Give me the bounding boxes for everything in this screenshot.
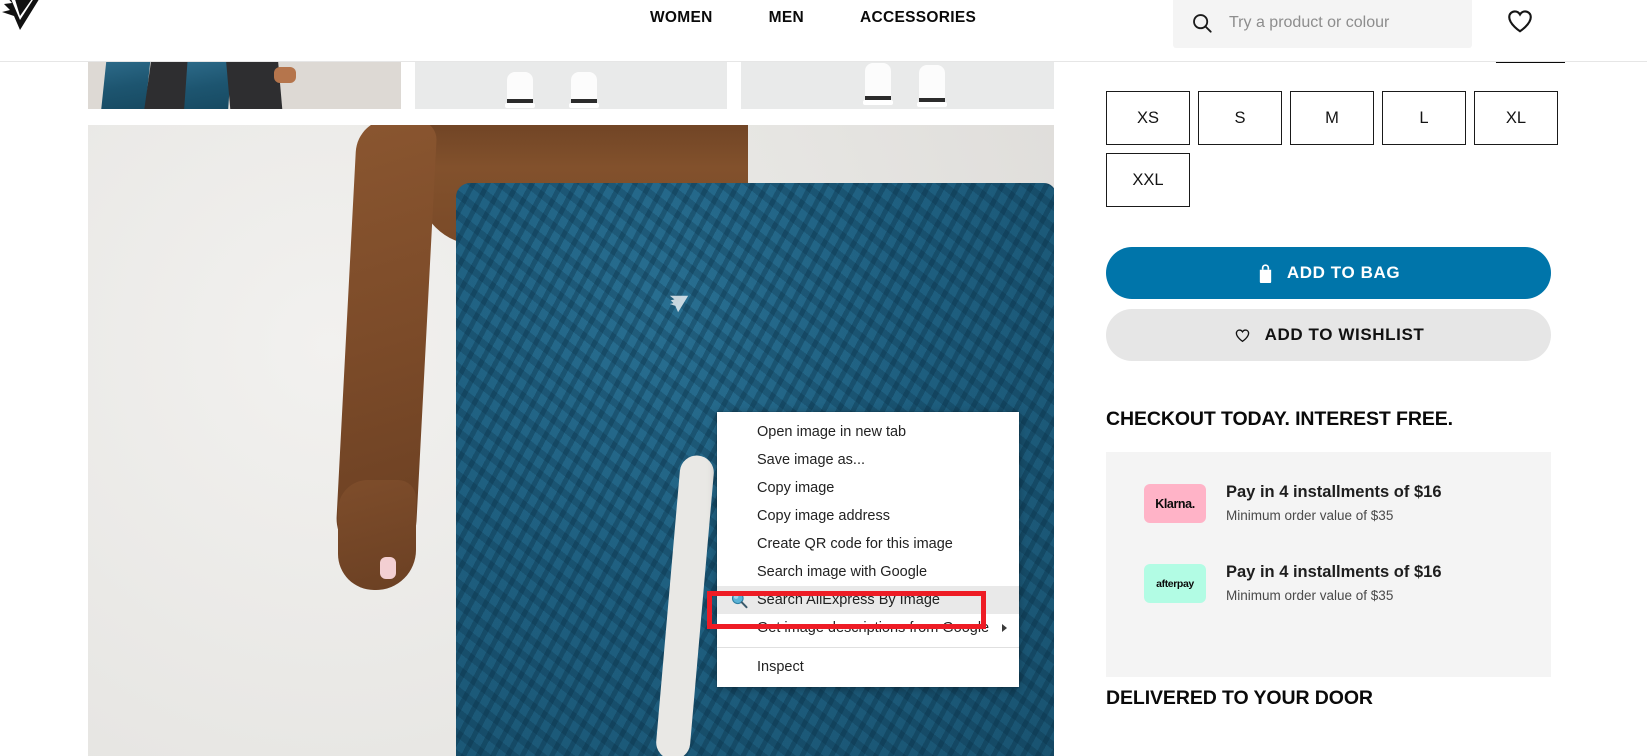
thumbnail-1[interactable] bbox=[88, 57, 401, 109]
ctx-label: Get image descriptions from Google bbox=[757, 620, 990, 636]
add-to-wishlist-label: ADD TO WISHLIST bbox=[1264, 325, 1425, 344]
heart-icon bbox=[1508, 10, 1532, 33]
ctx-label: Inspect bbox=[757, 659, 804, 675]
gymshark-logo-mark bbox=[669, 295, 689, 313]
ctx-copy-image[interactable]: Copy image bbox=[717, 474, 1019, 502]
page-root: WOMEN MEN ACCESSORIES Try a product or c… bbox=[0, 0, 1647, 756]
browser-context-menu: Open image in new tab Save image as... C… bbox=[717, 412, 1019, 687]
ctx-search-aliexpress-by-image[interactable]: Search AliExpress By Image bbox=[717, 586, 1019, 614]
afterpay-logo: afterpay bbox=[1144, 564, 1206, 603]
afterpay-subtitle: Minimum order value of $35 bbox=[1226, 588, 1394, 603]
thumbnail-strip bbox=[88, 57, 1055, 109]
size-option-m[interactable]: M bbox=[1290, 91, 1374, 145]
nav-women[interactable]: WOMEN bbox=[650, 9, 741, 27]
ctx-save-image-as[interactable]: Save image as... bbox=[717, 446, 1019, 474]
site-header: WOMEN MEN ACCESSORIES bbox=[0, 0, 1647, 62]
ctx-label: Create QR code for this image bbox=[757, 536, 953, 552]
size-option-xs[interactable]: XS bbox=[1106, 91, 1190, 145]
heart-icon bbox=[1235, 328, 1249, 342]
klarna-subtitle: Minimum order value of $35 bbox=[1226, 508, 1394, 523]
delivered-heading: DELIVERED TO YOUR DOOR bbox=[1106, 687, 1373, 709]
bag-icon bbox=[1259, 263, 1271, 283]
nav-accessories[interactable]: ACCESSORIES bbox=[832, 9, 1004, 27]
menu-divider bbox=[717, 647, 1019, 648]
search-bar[interactable] bbox=[1173, 0, 1472, 48]
chevron-right-icon bbox=[1002, 624, 1007, 632]
search-input[interactable] bbox=[1229, 14, 1459, 32]
klarna-title: Pay in 4 installments of $16 bbox=[1226, 483, 1442, 501]
ctx-inspect[interactable]: Inspect bbox=[717, 653, 1019, 681]
ctx-label: Copy image bbox=[757, 480, 835, 496]
search-icon bbox=[1193, 14, 1212, 33]
add-to-bag-button[interactable]: ADD TO BAG bbox=[1106, 247, 1551, 299]
nav-men[interactable]: MEN bbox=[741, 9, 832, 27]
klarna-logo: Klarna. bbox=[1144, 484, 1206, 523]
size-option-xl[interactable]: XL bbox=[1474, 91, 1558, 145]
magnifier-icon bbox=[731, 592, 748, 609]
gymshark-logo[interactable] bbox=[0, 0, 48, 32]
size-selector: XS S M L XL XXL bbox=[1106, 91, 1566, 207]
ctx-search-image-google[interactable]: Search image with Google bbox=[717, 558, 1019, 586]
ctx-label: Open image in new tab bbox=[757, 424, 907, 440]
payment-option-afterpay[interactable]: afterpay Pay in 4 installments of $16 Mi… bbox=[1144, 561, 1442, 606]
size-option-l[interactable]: L bbox=[1382, 91, 1466, 145]
size-option-xxl[interactable]: XXL bbox=[1106, 153, 1190, 207]
payment-option-klarna[interactable]: Klarna. Pay in 4 installments of $16 Min… bbox=[1144, 481, 1442, 526]
ctx-label: Copy image address bbox=[757, 508, 890, 524]
checkout-heading: CHECKOUT TODAY. INTEREST FREE. bbox=[1106, 408, 1453, 430]
thumbnail-2[interactable] bbox=[414, 57, 728, 109]
ctx-create-qr-code[interactable]: Create QR code for this image bbox=[717, 530, 1019, 558]
main-nav: WOMEN MEN ACCESSORIES bbox=[650, 9, 1004, 27]
afterpay-title: Pay in 4 installments of $16 bbox=[1226, 563, 1442, 581]
payment-options-box: Klarna. Pay in 4 installments of $16 Min… bbox=[1106, 452, 1551, 677]
ctx-label: Search image with Google bbox=[757, 564, 928, 580]
thumbnail-3[interactable] bbox=[741, 57, 1055, 109]
size-option-s[interactable]: S bbox=[1198, 91, 1282, 145]
ctx-copy-image-address[interactable]: Copy image address bbox=[717, 502, 1019, 530]
model-hand bbox=[338, 480, 416, 590]
model-nail bbox=[380, 557, 396, 579]
ctx-label: Save image as... bbox=[757, 452, 865, 468]
ctx-get-image-descriptions[interactable]: Get image descriptions from Google bbox=[717, 614, 1019, 642]
add-to-wishlist-button[interactable]: ADD TO WISHLIST bbox=[1106, 309, 1551, 361]
ctx-label: Search AliExpress By Image bbox=[757, 592, 940, 608]
header-wishlist-button[interactable] bbox=[1505, 6, 1535, 36]
ctx-open-image-new-tab[interactable]: Open image in new tab bbox=[717, 418, 1019, 446]
add-to-bag-label: ADD TO BAG bbox=[1286, 263, 1401, 282]
product-details-panel: Size Guide XS S M L XL XXL ADD TO BAG AD… bbox=[1085, 49, 1647, 756]
